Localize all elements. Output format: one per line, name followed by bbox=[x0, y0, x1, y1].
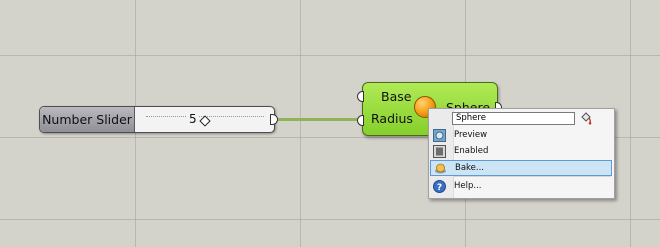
grasshopper-canvas[interactable]: Number Slider 5 Base Radius Sphere Previ… bbox=[0, 0, 660, 247]
number-slider[interactable]: Number Slider 5 bbox=[39, 106, 275, 133]
menu-item-preview[interactable]: Preview bbox=[430, 128, 611, 143]
menu-item-label: Preview bbox=[454, 130, 488, 140]
help-icon: ? bbox=[433, 180, 446, 193]
svg-text:?: ? bbox=[437, 183, 442, 193]
wire-slider-to-radius[interactable] bbox=[276, 118, 360, 121]
input-base-grip[interactable] bbox=[357, 91, 364, 102]
slider-output-grip[interactable] bbox=[270, 114, 278, 125]
preview-icon bbox=[433, 129, 446, 142]
bake-icon bbox=[435, 163, 446, 174]
menu-item-help[interactable]: ? Help... bbox=[430, 179, 611, 194]
menu-item-bake[interactable]: Bake... bbox=[430, 160, 612, 176]
menu-item-label: Help... bbox=[454, 181, 482, 191]
input-radius-grip[interactable] bbox=[357, 115, 364, 126]
menu-item-enabled[interactable]: Enabled bbox=[430, 144, 611, 159]
input-radius-label: Radius bbox=[371, 111, 413, 126]
slider-value: 5 bbox=[187, 112, 199, 126]
menu-item-label: Enabled bbox=[454, 146, 489, 156]
input-base-label: Base bbox=[381, 89, 412, 104]
slider-knob[interactable] bbox=[199, 115, 211, 127]
context-menu: Preview Enabled Bake... ? Help... bbox=[428, 108, 615, 199]
paint-bucket-icon[interactable] bbox=[579, 112, 593, 125]
component-name-field[interactable] bbox=[452, 112, 575, 125]
slider-label: Number Slider bbox=[40, 107, 135, 132]
enabled-icon bbox=[433, 145, 446, 158]
menu-item-label: Bake... bbox=[455, 163, 484, 173]
menu-separator bbox=[454, 176, 611, 177]
